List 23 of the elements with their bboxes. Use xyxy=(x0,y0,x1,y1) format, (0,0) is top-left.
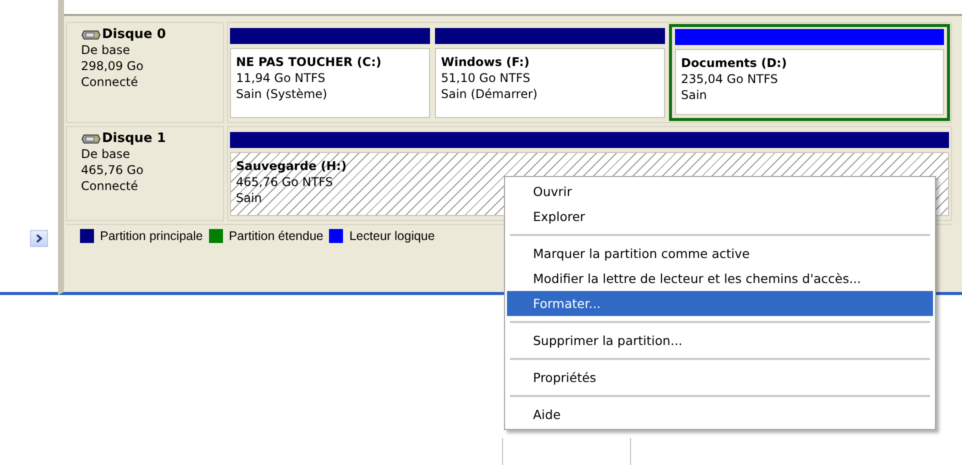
disk-name: Disque 1 xyxy=(102,131,166,146)
partition-size: 11,94 Go NTFS xyxy=(236,70,326,86)
disk-type: De base xyxy=(81,43,132,58)
partition-status: Sain xyxy=(236,190,262,206)
partition-status: Sain xyxy=(681,87,707,103)
partition-size: 465,76 Go NTFS xyxy=(236,174,333,190)
partition-size: 51,10 Go NTFS xyxy=(441,70,530,86)
partition-status: Sain (Système) xyxy=(236,86,328,102)
partition-name: Sauvegarde (H:) xyxy=(236,158,347,174)
partition-status: Sain (Démarrer) xyxy=(441,86,538,102)
disk-status: Connecté xyxy=(81,179,139,194)
partition-size: 235,04 Go NTFS xyxy=(681,71,778,87)
disk-status: Connecté xyxy=(81,75,139,90)
disk-size: 298,09 Go xyxy=(81,59,144,74)
disk-type: De base xyxy=(81,147,132,162)
disk-size: 465,76 Go xyxy=(81,163,144,178)
partition-name: Windows (F:) xyxy=(441,54,530,70)
disk-name: Disque 0 xyxy=(102,27,166,42)
legend-label: Partition étendue xyxy=(228,229,324,243)
partition-name: Documents (D:) xyxy=(681,55,787,71)
legend-label: Lecteur logique xyxy=(349,229,435,243)
legend-label: Partition principale xyxy=(100,229,203,243)
partition-name: NE PAS TOUCHER (C:) xyxy=(236,54,382,70)
